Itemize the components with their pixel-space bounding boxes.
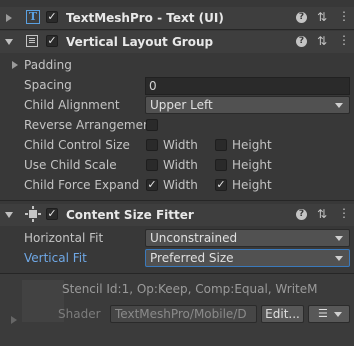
presets-icon[interactable]: ⇅ (317, 208, 327, 220)
horizontal-fit-label: Horizontal Fit (24, 231, 104, 245)
use-child-scale-height-checkbox[interactable] (215, 159, 227, 171)
width-label: Width (163, 158, 198, 172)
dropdown-caret-icon (335, 103, 343, 108)
vertical-fit-label: Vertical Fit (24, 251, 87, 265)
padding-foldout-icon[interactable] (12, 61, 18, 69)
context-menu-icon[interactable]: ⋮ (338, 207, 350, 219)
material-section: Stencil Id:1, Op:Keep, Comp:Equal, Write… (0, 274, 354, 346)
stencil-info-text: Stencil Id:1, Op:Keep, Comp:Equal, Write… (62, 282, 318, 296)
width-label: Width (163, 178, 198, 192)
help-icon[interactable]: ? (296, 12, 307, 23)
reverse-arrangement-label: Reverse Arrangement (24, 118, 156, 132)
component-title-content-size-fitter: Content Size Fitter (66, 208, 194, 222)
height-label: Height (232, 178, 272, 192)
textmeshpro-header[interactable]: T ✓ TextMeshPro - Text (UI) ? ⇅ ⋮ (0, 7, 354, 29)
dropdown-caret-icon (334, 312, 342, 317)
component-title-vertical-layout: Vertical Layout Group (66, 35, 214, 49)
child-alignment-label: Child Alignment (24, 98, 120, 112)
context-menu-icon[interactable]: ⋮ (338, 10, 350, 22)
enable-checkbox-content-size-fitter[interactable]: ✓ (46, 208, 58, 220)
child-force-expand-height-checkbox[interactable]: ✓ (215, 179, 227, 191)
child-alignment-dropdown[interactable]: Upper Left (145, 96, 350, 114)
height-label: Height (232, 138, 272, 152)
enable-checkbox-vertical-layout[interactable]: ✓ (46, 35, 58, 47)
help-icon[interactable]: ? (296, 36, 307, 47)
use-child-scale-width-checkbox[interactable] (146, 159, 158, 171)
material-foldout-icon[interactable] (11, 316, 17, 324)
content-size-fitter-header[interactable]: ✓ Content Size Fitter ? ⇅ ⋮ (0, 204, 354, 226)
enable-checkbox-textmeshpro[interactable]: ✓ (46, 11, 58, 23)
context-menu-icon[interactable]: ⋮ (338, 34, 350, 46)
spacing-label: Spacing (24, 78, 72, 92)
vertical-fit-dropdown[interactable]: Preferred Size (145, 249, 350, 267)
child-control-size-label: Child Control Size (24, 138, 130, 152)
shader-options-button[interactable]: ☰ (308, 305, 350, 323)
child-control-height-checkbox[interactable] (215, 139, 227, 151)
reverse-arrangement-checkbox[interactable] (146, 119, 158, 131)
shader-label: Shader (58, 307, 101, 321)
child-force-expand-width-checkbox[interactable]: ✓ (146, 179, 158, 191)
child-force-expand-label: Child Force Expand (24, 178, 140, 192)
foldout-arrow-icon[interactable] (5, 39, 13, 45)
shader-dropdown[interactable]: TextMeshPro/Mobile/D (110, 305, 257, 323)
child-alignment-value: Upper Left (150, 98, 213, 112)
help-icon[interactable]: ? (296, 209, 307, 220)
presets-icon[interactable]: ⇅ (317, 11, 327, 23)
height-label: Height (232, 158, 272, 172)
horizontal-fit-value: Unconstrained (150, 231, 238, 245)
component-title-textmeshpro: TextMeshPro - Text (UI) (66, 11, 224, 25)
foldout-arrow-icon[interactable] (6, 14, 12, 22)
padding-label[interactable]: Padding (24, 58, 72, 72)
child-control-width-checkbox[interactable] (146, 139, 158, 151)
vertical-fit-value: Preferred Size (150, 251, 234, 265)
list-icon: ☰ (318, 307, 328, 320)
width-label: Width (163, 138, 198, 152)
layout-group-icon (26, 35, 38, 47)
edit-shader-button[interactable]: Edit... (261, 305, 304, 323)
foldout-arrow-icon[interactable] (5, 212, 13, 218)
spacing-input[interactable]: 0 (145, 77, 350, 95)
vertical-layout-group-header[interactable]: ✓ Vertical Layout Group ? ⇅ ⋮ (0, 31, 354, 53)
shader-value: TextMeshPro/Mobile/D (115, 307, 247, 321)
use-child-scale-label: Use Child Scale (24, 158, 117, 172)
horizontal-fit-dropdown[interactable]: Unconstrained (145, 229, 350, 247)
content-size-fitter-icon (25, 206, 41, 222)
textmeshpro-icon: T (26, 10, 40, 24)
dropdown-caret-icon (335, 256, 343, 261)
presets-icon[interactable]: ⇅ (317, 35, 327, 47)
dropdown-caret-icon (335, 236, 343, 241)
